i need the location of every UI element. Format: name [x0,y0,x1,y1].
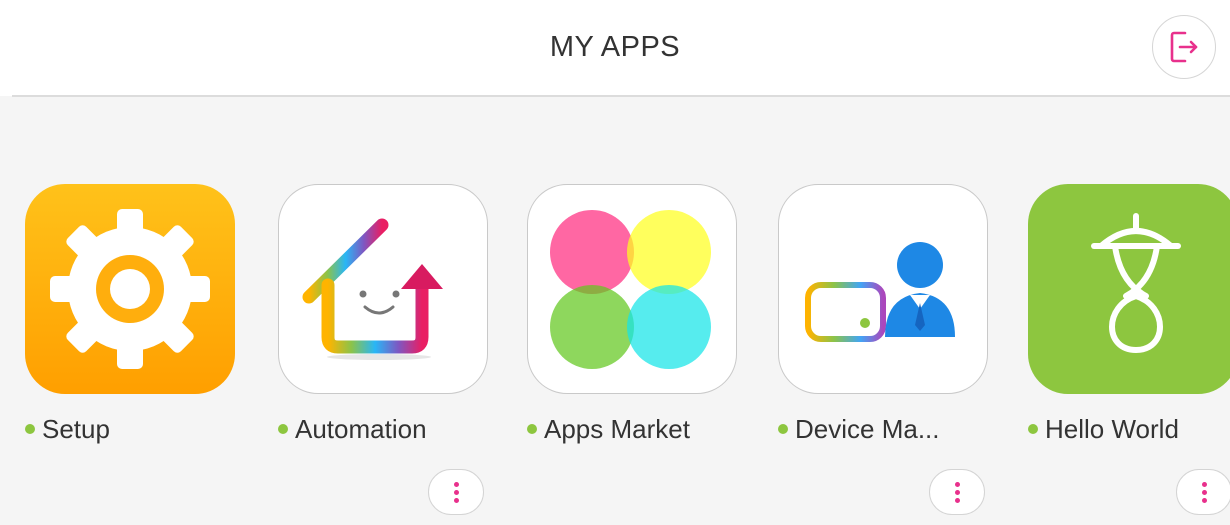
logout-icon [1170,31,1198,63]
app-label-row: Automation [278,414,490,444]
app-label[interactable]: Setup [42,414,110,445]
page-title: MY APPS [549,31,681,63]
more-vertical-icon [954,480,960,504]
status-dot [1028,424,1038,434]
app-label-row: Device Ma... [778,414,990,444]
more-options-button[interactable] [1176,469,1230,515]
more-options-button[interactable] [929,469,985,515]
app-label[interactable]: Device Ma... [795,414,940,445]
more-vertical-icon [453,480,459,504]
app-label-row: Apps Market [527,414,739,444]
app-label-row: Hello World [1028,414,1230,444]
header-divider [12,95,1230,97]
app-icon-apps-market[interactable] [527,184,737,394]
gear-icon [50,209,210,369]
more-options-button[interactable] [428,469,484,515]
app-label[interactable]: Apps Market [544,414,690,445]
app-icon-device-manager[interactable] [778,184,988,394]
more-vertical-icon [1201,480,1207,504]
device-manager-icon [805,242,955,342]
app-label[interactable]: Hello World [1045,414,1179,445]
app-label[interactable]: Automation [295,414,427,445]
status-dot [527,424,537,434]
status-dot [778,424,788,434]
app-label-row: Setup [25,414,237,444]
app-icon-hello-world[interactable] [1028,184,1230,394]
smiling-house-icon [302,218,443,360]
app-header: MY APPS [0,0,1230,96]
four-circles-icon [550,210,711,369]
status-dot [278,424,288,434]
app-icon-setup[interactable] [25,184,235,394]
hello-world-icon [1091,213,1181,353]
logout-button[interactable] [1152,15,1216,79]
app-icon-automation[interactable] [278,184,488,394]
status-dot [25,424,35,434]
